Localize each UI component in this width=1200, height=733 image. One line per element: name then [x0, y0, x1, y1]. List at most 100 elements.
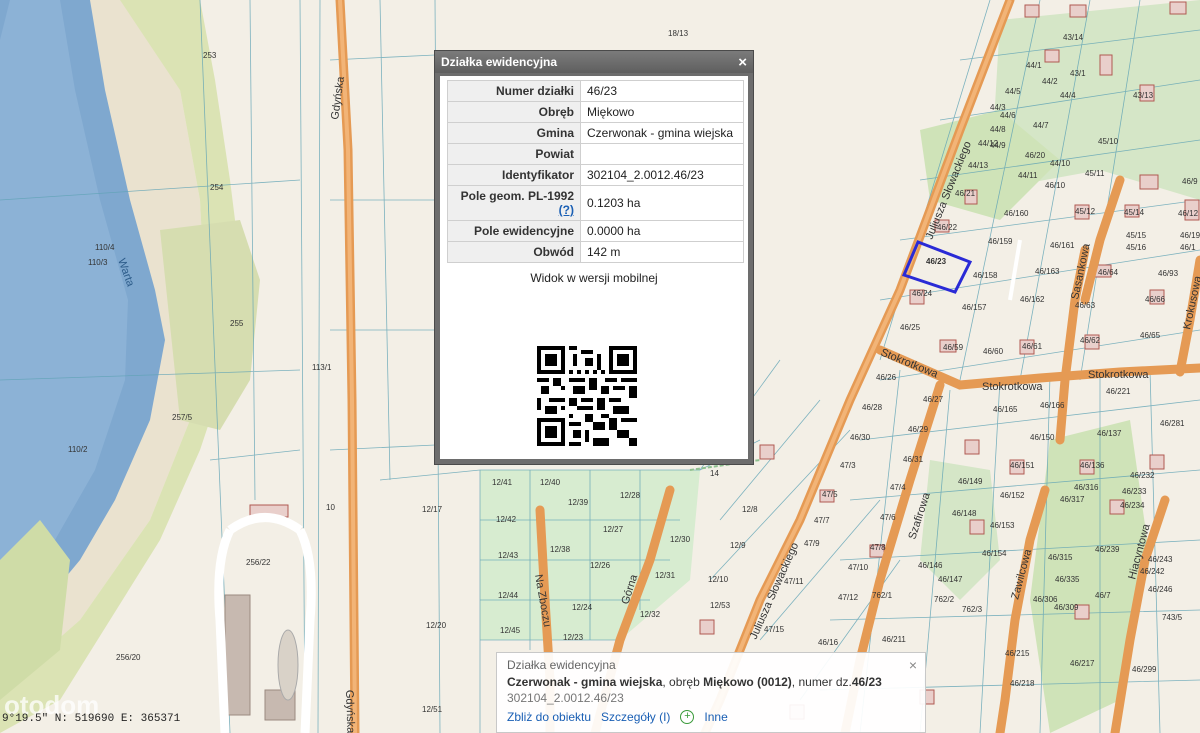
parcel-label: 46/137 — [1097, 429, 1122, 438]
parcel-label: 47/4 — [890, 483, 906, 492]
parcel-label: 46/281 — [1160, 419, 1185, 428]
parcel-label: 46/233 — [1122, 487, 1147, 496]
parcel-label: 762/1 — [872, 591, 893, 600]
row-value: 0.0000 ha — [580, 220, 744, 242]
parcel-label: 46/232 — [1130, 471, 1155, 480]
parcel-label: 12/26 — [590, 561, 611, 570]
row-key: Identyfikator — [447, 164, 581, 186]
parcel-label: 762/3 — [962, 605, 983, 614]
text-segment: , obręb — [662, 675, 704, 689]
parcel-label: 43/14 — [1063, 33, 1084, 42]
row-key: Pole ewidencyjne — [447, 220, 581, 242]
parcel-label: 256/22 — [246, 558, 271, 567]
plus-icon[interactable]: + — [680, 710, 695, 724]
parcel-label: 46/23 — [926, 257, 947, 266]
table-row: Gmina Czerwonak - gmina wiejska — [447, 122, 744, 144]
other-link[interactable]: Inne — [704, 710, 727, 724]
parcel-label: 46/317 — [1060, 495, 1085, 504]
parcel-label: 47/7 — [814, 516, 830, 525]
obreb-name: Miękowo (0012) — [703, 675, 792, 689]
parcel-label: 18/13 — [668, 29, 689, 38]
parcel-label: 47/8 — [870, 543, 886, 552]
details-link[interactable]: Szczegóły (I) — [601, 710, 670, 724]
parcel-label: 12/41 — [492, 478, 513, 487]
zoom-to-object-link[interactable]: Zbliż do obiektu — [507, 710, 591, 724]
street-label-stokrotkowa-2: Stokrotkowa — [982, 381, 1043, 393]
parcel-summary-bar: × Działka ewidencyjna Czerwonak - gmina … — [496, 652, 926, 733]
parcel-label: 46/1 — [1180, 243, 1196, 252]
parcel-label: 44/13 — [968, 161, 989, 170]
parcel-label: 12/10 — [708, 575, 729, 584]
parcel-label: 46/25 — [900, 323, 921, 332]
parcel-label: 46/242 — [1140, 567, 1165, 576]
parcel-label: 44/2 — [1042, 77, 1058, 86]
row-key: Obwód — [447, 241, 581, 263]
parcel-label: 12/28 — [620, 491, 641, 500]
parcel-label: 46/147 — [938, 575, 963, 584]
parcel-label: 46/24 — [912, 289, 933, 298]
row-value: Miękowo — [580, 101, 744, 123]
parcel-label: 44/4 — [1060, 91, 1076, 100]
parcel-label: 46/159 — [988, 237, 1013, 246]
parcel-label: 46/234 — [1120, 501, 1145, 510]
close-icon[interactable]: × — [738, 55, 747, 70]
parcel-label: 46/12 — [1178, 209, 1199, 218]
parcel-label: 12/9 — [730, 541, 746, 550]
parcel-label: 46/146 — [918, 561, 943, 570]
parcel-label: 12/42 — [496, 515, 517, 524]
close-icon[interactable]: × — [909, 657, 917, 673]
parcel-label: 46/60 — [983, 347, 1004, 356]
parcel-label: 12/32 — [640, 610, 661, 619]
parcel-label: 43/13 — [1133, 91, 1154, 100]
parcel-label: 47/12 — [838, 593, 859, 602]
parcel-label: 257/5 — [172, 413, 193, 422]
parcel-label: 14 — [710, 469, 719, 478]
table-row: Obwód 142 m — [447, 241, 744, 263]
parcel-label: 10 — [326, 503, 335, 512]
help-link[interactable]: (?) — [559, 203, 574, 217]
parcel-label: 46/243 — [1148, 555, 1173, 564]
parcel-label: 110/3 — [88, 258, 108, 267]
parcel-label: 45/11 — [1085, 169, 1105, 178]
parcel-label: 12/40 — [540, 478, 561, 487]
parcel-label: 12/8 — [742, 505, 758, 514]
gmina-name: Czerwonak - gmina wiejska — [507, 675, 663, 689]
parcel-label: 45/15 — [1126, 231, 1147, 240]
parcel-label: 46/150 — [1030, 433, 1055, 442]
parcel-label: 44/1 — [1026, 61, 1042, 70]
parcel-label: 44/8 — [990, 125, 1006, 134]
parcel-label: 46/10 — [1045, 181, 1066, 190]
table-row: Numer działki 46/23 — [447, 80, 744, 102]
parcel-label: 46/218 — [1010, 679, 1035, 688]
parcel-label: 47/15 — [764, 625, 785, 634]
popup-title: Działka ewidencyjna — [441, 55, 558, 69]
row-value: 0.1203 ha — [580, 185, 744, 221]
row-value: Czerwonak - gmina wiejska — [580, 122, 744, 144]
parcel-label: 46/29 — [908, 425, 929, 434]
parcel-info-popup: Działka ewidencyjna × Numer działki 46/23… — [434, 50, 754, 465]
parcel-label: 46/299 — [1132, 665, 1157, 674]
row-value: 142 m — [580, 241, 744, 263]
parcel-label: 47/10 — [848, 563, 869, 572]
parcel-label: 46/306 — [1033, 595, 1058, 604]
parcel-label: 12/51 — [422, 705, 443, 714]
parcel-label: 46/217 — [1070, 659, 1095, 668]
infobar-title: Działka ewidencyjna — [507, 658, 616, 672]
parcel-label: 45/10 — [1098, 137, 1119, 146]
parcel-label: 256/20 — [116, 653, 141, 662]
parcel-label: 46/221 — [1106, 387, 1131, 396]
parcel-label: 12/24 — [572, 603, 593, 612]
parcel-label: 44/6 — [1000, 111, 1016, 120]
parcel-label: 46/93 — [1158, 269, 1179, 278]
popup-body: Numer działki 46/23 Obręb Miękowo Gmina Cze… — [440, 76, 748, 459]
row-key: Powiat — [447, 143, 581, 165]
parcel-label: 254 — [210, 183, 224, 192]
parcel-label: 46/154 — [982, 549, 1007, 558]
parcel-label: 12/43 — [498, 551, 519, 560]
row-key: Numer działki — [447, 80, 581, 102]
parcel-label: 46/163 — [1035, 267, 1060, 276]
row-key: Obręb — [447, 101, 581, 123]
table-row: Obręb Miękowo — [447, 101, 744, 123]
parcel-label: 12/38 — [550, 545, 571, 554]
table-row: Powiat — [447, 143, 744, 165]
